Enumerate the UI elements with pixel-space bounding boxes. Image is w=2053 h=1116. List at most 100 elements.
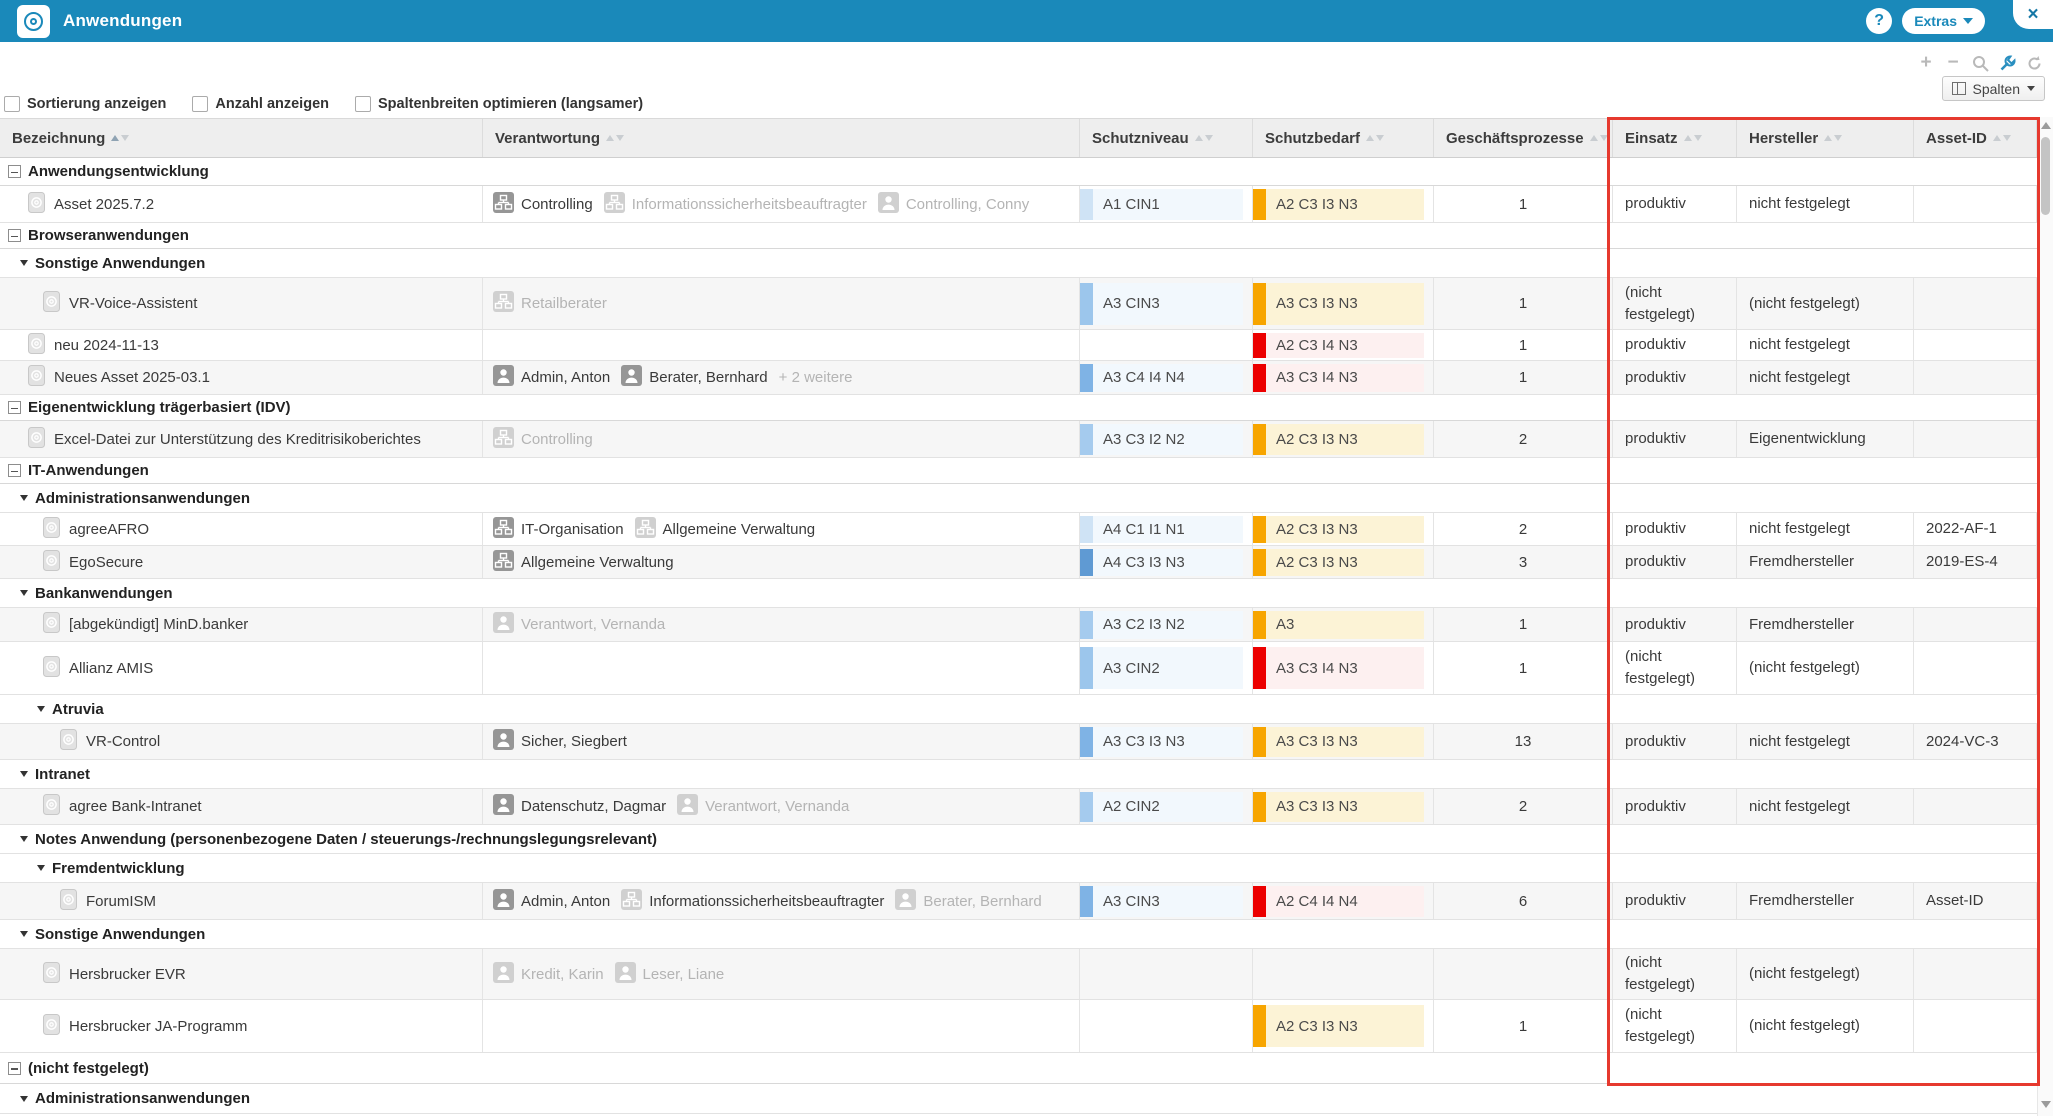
- group-label: IT-Anwendungen: [28, 462, 149, 479]
- subgroup-row[interactable]: Intranet: [0, 760, 2037, 789]
- column-header-label: Asset-ID: [1926, 130, 1987, 147]
- column-header-hersteller[interactable]: Hersteller: [1737, 119, 1914, 157]
- table-row[interactable]: Excel-Datei zur Unterstützung des Kredit…: [0, 421, 2037, 458]
- option-checkbox-2[interactable]: Spaltenbreiten optimieren (langsamer): [355, 96, 643, 112]
- scroll-down-icon[interactable]: [2041, 1101, 2051, 1108]
- cell-hersteller: Eigenentwicklung: [1737, 421, 1914, 457]
- group-label: Eigenentwicklung trägerbasiert (IDV): [28, 399, 291, 416]
- collapse-triangle-icon[interactable]: [20, 260, 28, 266]
- collapse-triangle-icon[interactable]: [20, 931, 28, 937]
- collapse-triangle-icon[interactable]: [20, 590, 28, 596]
- columns-button[interactable]: Spalten: [1942, 76, 2045, 101]
- cell-schutzniveau: A3 CIN2: [1080, 642, 1253, 694]
- column-header-einsatz[interactable]: Einsatz: [1613, 119, 1737, 157]
- collapse-triangle-icon[interactable]: [37, 865, 45, 871]
- column-header-schutzbedarf[interactable]: Schutzbedarf: [1253, 119, 1434, 157]
- sort-arrows-icon: [606, 135, 624, 141]
- scroll-up-icon[interactable]: [2041, 122, 2051, 129]
- collapse-triangle-icon[interactable]: [37, 706, 45, 712]
- table-body: AnwendungsentwicklungAsset 2025.7.2Contr…: [0, 158, 2037, 1114]
- group-row[interactable]: IT-Anwendungen: [0, 458, 2037, 484]
- help-button[interactable]: ?: [1866, 8, 1892, 34]
- search-icon[interactable]: [1971, 54, 1989, 72]
- group-row[interactable]: Eigenentwicklung trägerbasiert (IDV): [0, 395, 2037, 421]
- column-header-label: Verantwortung: [495, 130, 600, 147]
- table-row[interactable]: agreeAFROIT-OrganisationAllgemeine Verwa…: [0, 513, 2037, 546]
- table-row[interactable]: Asset 2025.7.2ControllingInformationssic…: [0, 186, 2037, 223]
- cell-einsatz: produktiv: [1613, 546, 1737, 578]
- subgroup-row[interactable]: Sonstige Anwendungen: [0, 920, 2037, 949]
- table-row[interactable]: VR-Voice-AssistentRetailberaterA3 CIN3A3…: [0, 278, 2037, 330]
- zoom-out-icon[interactable]: −: [1944, 54, 1962, 72]
- cell-bezeichnung: ForumISM: [0, 883, 483, 919]
- application-icon: [43, 291, 60, 316]
- table-row[interactable]: Hersbrucker EVRKredit, KarinLeser, Liane…: [0, 949, 2037, 1000]
- subgroup-row[interactable]: Administrationsanwendungen: [0, 1084, 2037, 1114]
- responsibility-name: Retailberater: [521, 295, 607, 312]
- person-icon: [621, 365, 642, 390]
- table-row[interactable]: EgoSecureAllgemeine VerwaltungA4 C3 I3 N…: [0, 546, 2037, 579]
- table-row[interactable]: [abgekündigt] MinD.banker Verantwort, Ver…: [0, 608, 2037, 642]
- column-header-schutzniveau[interactable]: Schutzniveau: [1080, 119, 1253, 157]
- vertical-scrollbar[interactable]: [2037, 117, 2053, 1116]
- collapse-minus-icon[interactable]: [8, 1062, 21, 1075]
- subgroup-row[interactable]: Atruvia: [0, 695, 2037, 724]
- collapse-minus-icon[interactable]: [8, 165, 21, 178]
- collapse-triangle-icon[interactable]: [20, 1096, 28, 1102]
- column-header-asset_id[interactable]: Asset-ID: [1914, 119, 2037, 157]
- table-row[interactable]: ForumISMAdmin, AntonInformationssicherhe…: [0, 883, 2037, 920]
- cell-asset-id: 2024-VC-3: [1914, 724, 2037, 759]
- cell-asset-id: [1914, 361, 2037, 394]
- collapse-minus-icon[interactable]: [8, 401, 21, 414]
- application-name: Neues Asset 2025-03.1: [54, 369, 210, 386]
- group-row[interactable]: Anwendungsentwicklung: [0, 158, 2037, 186]
- column-header-verantwortung[interactable]: Verantwortung: [483, 119, 1080, 157]
- responsibility-chip: Verantwort, Vernanda: [493, 612, 665, 637]
- column-header-geschaeftsprozesse[interactable]: Geschäftsprozesse: [1434, 119, 1613, 157]
- subgroup-row[interactable]: Sonstige Anwendungen: [0, 249, 2037, 278]
- checkbox-icon[interactable]: [192, 96, 208, 112]
- table-row[interactable]: agree Bank-IntranetDatenschutz, DagmarVe…: [0, 789, 2037, 825]
- group-row[interactable]: Browseranwendungen: [0, 223, 2037, 249]
- refresh-icon[interactable]: [2025, 54, 2043, 72]
- collapse-triangle-icon[interactable]: [20, 495, 28, 501]
- responsibility-chip: Controlling, Conny: [878, 192, 1029, 217]
- cell-asset-id: [1914, 949, 2037, 999]
- cell-verantwortung: Admin, AntonInformationssicherheitsbeauf…: [483, 883, 1080, 919]
- org-unit-icon: [621, 889, 642, 914]
- table-row[interactable]: VR-ControlSicher, SiegbertA3 C3 I3 N3A3 …: [0, 724, 2037, 760]
- group-row[interactable]: (nicht festgelegt): [0, 1053, 2037, 1084]
- subgroup-row[interactable]: Notes Anwendung (personenbezogene Daten …: [0, 825, 2037, 854]
- column-header-bezeichnung[interactable]: Bezeichnung: [0, 119, 483, 157]
- subgroup-row[interactable]: Administrationsanwendungen: [0, 484, 2037, 513]
- cell-geschaeftsprozesse: 2: [1434, 421, 1613, 457]
- close-icon[interactable]: ×: [2027, 5, 2038, 24]
- titlebar: Anwendungen ? Extras: [0, 0, 2053, 42]
- collapse-triangle-icon[interactable]: [20, 836, 28, 842]
- option-checkbox-0[interactable]: Sortierung anzeigen: [4, 96, 166, 112]
- scrollbar-thumb[interactable]: [2041, 137, 2050, 215]
- option-checkbox-1[interactable]: Anzahl anzeigen: [192, 96, 329, 112]
- extras-button[interactable]: Extras: [1902, 8, 1985, 34]
- collapse-minus-icon[interactable]: [8, 229, 21, 242]
- checkbox-icon[interactable]: [4, 96, 20, 112]
- zoom-in-icon[interactable]: +: [1917, 54, 1935, 72]
- table-row[interactable]: neu 2024-11-13A2 C3 I4 N31produktivnicht…: [0, 330, 2037, 361]
- table-row[interactable]: Neues Asset 2025-03.1Admin, AntonBerater…: [0, 361, 2037, 395]
- wrench-icon[interactable]: [1998, 54, 2016, 72]
- subgroup-row[interactable]: Fremdentwicklung: [0, 854, 2037, 883]
- cell-verantwortung: ControllingInformationssicherheitsbeauft…: [483, 186, 1080, 222]
- collapse-minus-icon[interactable]: [8, 464, 21, 477]
- application-name: Allianz AMIS: [69, 660, 153, 677]
- checkbox-icon[interactable]: [355, 96, 371, 112]
- cell-schutzniveau: A3 C3 I2 N2: [1080, 421, 1253, 457]
- application-icon: [43, 656, 60, 681]
- schutzniveau-value: A3 C2 I3 N2: [1093, 611, 1243, 639]
- table-row[interactable]: Allianz AMISA3 CIN2A3 C3 I4 N31(nicht fe…: [0, 642, 2037, 695]
- application-name: Excel-Datei zur Unterstützung des Kredit…: [54, 431, 421, 448]
- subgroup-row[interactable]: Bankanwendungen: [0, 579, 2037, 608]
- cell-bezeichnung: [abgekündigt] MinD.banker: [0, 608, 483, 641]
- collapse-triangle-icon[interactable]: [20, 771, 28, 777]
- table-row[interactable]: Hersbrucker JA-ProgrammA2 C3 I3 N31(nich…: [0, 1000, 2037, 1053]
- subgroup-label: Fremdentwicklung: [52, 860, 185, 877]
